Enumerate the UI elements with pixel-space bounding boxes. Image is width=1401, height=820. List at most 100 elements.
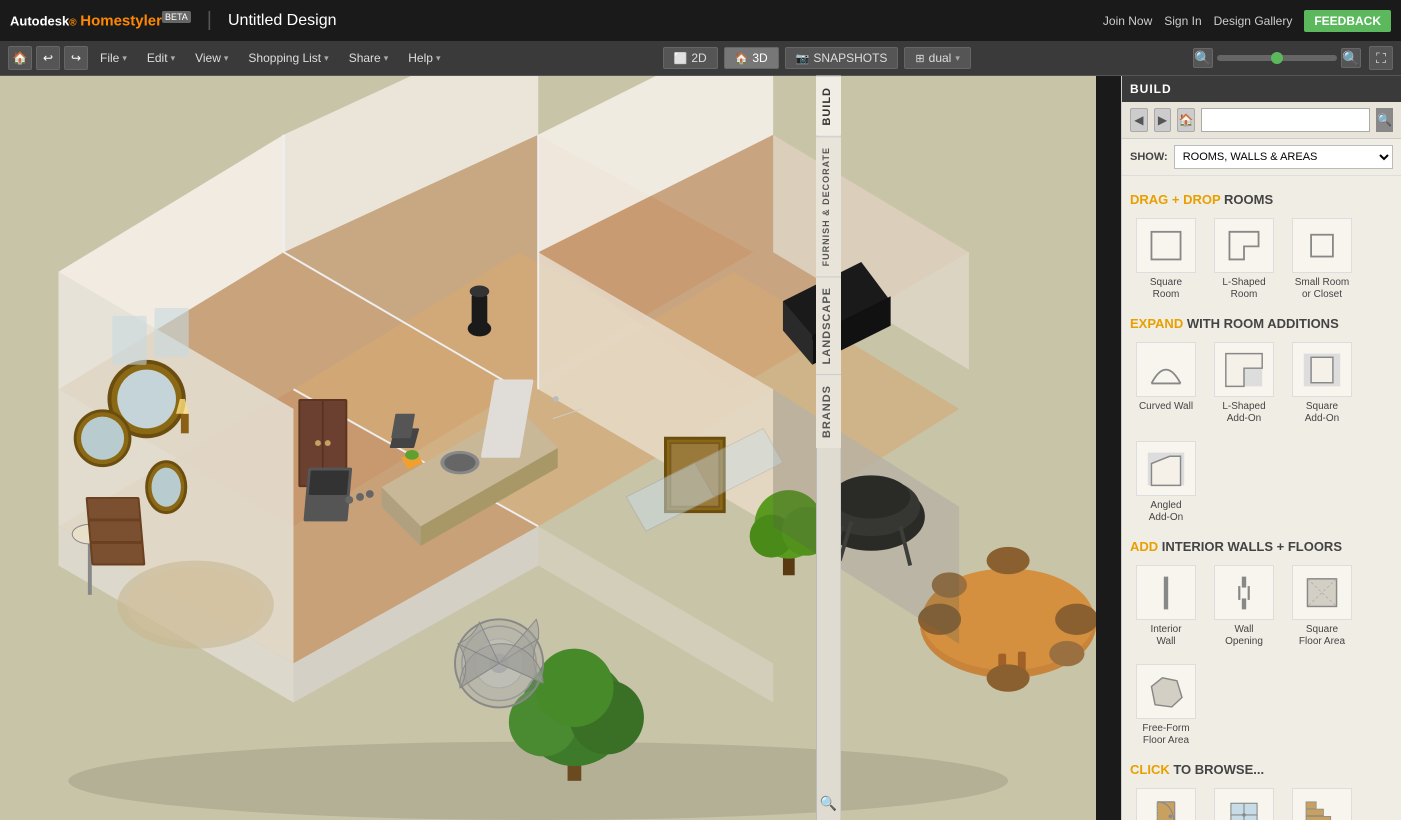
- join-now-link[interactable]: Join Now: [1103, 14, 1152, 28]
- walls-grid: InteriorWall WallOpening: [1130, 560, 1393, 752]
- panel-search-tab[interactable]: 🔍: [812, 787, 845, 820]
- fullscreen-button[interactable]: ⛶: [1369, 46, 1393, 70]
- view-menu-arrow: ▾: [224, 53, 229, 64]
- wall-opening-item[interactable]: WallOpening: [1208, 560, 1280, 653]
- snapshots-button[interactable]: 📷 SNAPSHOTS: [785, 47, 899, 69]
- panel-search-button[interactable]: 🔍: [1376, 108, 1393, 132]
- doors-item[interactable]: Doors: [1130, 783, 1202, 820]
- freeform-floor-label: Free-FormFloor Area: [1142, 723, 1189, 747]
- zoom-control: 🔍 🔍 ⛶: [1193, 46, 1393, 70]
- share-menu-arrow: ▾: [384, 53, 389, 64]
- angled-addon-label: AngledAdd-On: [1149, 500, 1183, 524]
- interior-wall-icon: [1136, 565, 1196, 620]
- panel-navigation: ◀ ▶ 🏠 🔍: [1122, 102, 1401, 139]
- homestyler-text: Homestyler: [80, 12, 162, 29]
- shopping-list-menu[interactable]: Shopping List ▾: [240, 47, 336, 69]
- zoom-slider[interactable]: [1217, 55, 1337, 61]
- autodesk-logo: Autodesk® HomestylerBETA: [10, 12, 191, 29]
- interior-wall-item[interactable]: InteriorWall: [1130, 560, 1202, 653]
- tab-landscape[interactable]: LANDSCAPE: [816, 276, 841, 374]
- l-shaped-addon-icon: [1214, 342, 1274, 397]
- dual-button[interactable]: ⊞ dual ▾: [904, 47, 970, 69]
- freeform-floor-icon: [1136, 664, 1196, 719]
- l-shaped-room-icon: [1214, 218, 1274, 273]
- square-floor-icon: [1292, 565, 1352, 620]
- square-room-item[interactable]: SquareRoom: [1130, 213, 1202, 306]
- canvas-area[interactable]: ↺ ▲ ▼ ↻: [0, 76, 1096, 820]
- feedback-button[interactable]: FEEDBACK: [1304, 10, 1391, 32]
- show-row: SHOW: ROOMS, WALLS & AREAS ALL ROOMS ONL…: [1122, 139, 1401, 176]
- panel-home-button[interactable]: 🏠: [1177, 108, 1195, 132]
- expand-grid: Curved Wall L-ShapedAdd-On: [1130, 337, 1393, 529]
- square-room-icon: [1136, 218, 1196, 273]
- panel-header: BUILD: [1122, 76, 1401, 102]
- square-floor-item[interactable]: SquareFloor Area: [1286, 560, 1358, 653]
- help-menu-arrow: ▾: [436, 53, 441, 64]
- view-2d-button[interactable]: ⬜ 2D: [663, 47, 718, 69]
- drag-drop-header: DRAG + DROP ROOMS: [1130, 192, 1393, 207]
- design-gallery-link[interactable]: Design Gallery: [1214, 14, 1293, 28]
- angled-addon-icon: [1136, 441, 1196, 496]
- side-tabs-panel: BUILD FURNISH & DECORATE LANDSCAPE BRAND…: [816, 76, 841, 820]
- tab-build[interactable]: BUILD: [816, 76, 841, 136]
- browse-grid: Doors Windows: [1130, 783, 1393, 820]
- curved-wall-item[interactable]: Curved Wall: [1130, 337, 1202, 430]
- windows-item[interactable]: Windows: [1208, 783, 1280, 820]
- file-menu-arrow: ▾: [122, 53, 127, 64]
- view-menu[interactable]: View ▾: [187, 47, 236, 69]
- topbar-right: Join Now Sign In Design Gallery FEEDBACK: [1103, 10, 1391, 32]
- curved-wall-icon: [1136, 342, 1196, 397]
- expand-header: EXPAND WITH ROOM ADDITIONS: [1130, 316, 1393, 331]
- panel-search-input[interactable]: [1201, 108, 1370, 132]
- brand-name: Autodesk: [10, 13, 69, 28]
- topbar: Autodesk® HomestylerBETA | Untitled Desi…: [0, 0, 1401, 41]
- tab-furnish[interactable]: FURNISH & DECORATE: [816, 136, 841, 276]
- interior-wall-label: InteriorWall: [1150, 624, 1181, 648]
- topbar-left: Autodesk® HomestylerBETA | Untitled Desi…: [10, 9, 336, 32]
- share-menu[interactable]: Share ▾: [341, 47, 397, 69]
- panel-content: DRAG + DROP ROOMS SquareRoom: [1122, 176, 1401, 820]
- show-select[interactable]: ROOMS, WALLS & AREAS ALL ROOMS ONLY: [1174, 145, 1393, 169]
- stairs-item[interactable]: Stairs: [1286, 783, 1358, 820]
- home-button[interactable]: 🏠: [8, 46, 32, 70]
- l-shaped-room-item[interactable]: L-ShapedRoom: [1208, 213, 1280, 306]
- l-shaped-addon-item[interactable]: L-ShapedAdd-On: [1208, 337, 1280, 430]
- help-menu[interactable]: Help ▾: [400, 47, 448, 69]
- main-content: ↺ ▲ ▼ ↻: [0, 76, 1401, 820]
- zoom-in-button[interactable]: 🔍: [1341, 48, 1361, 68]
- square-floor-label: SquareFloor Area: [1299, 624, 1345, 648]
- design-title: Untitled Design: [228, 12, 337, 30]
- tab-brands[interactable]: BRANDS: [816, 374, 841, 448]
- stairs-icon: [1292, 788, 1352, 820]
- windows-icon: [1214, 788, 1274, 820]
- show-label: SHOW:: [1130, 151, 1168, 163]
- l-shaped-addon-label: L-ShapedAdd-On: [1222, 401, 1265, 425]
- menubar: 🏠 ↩ ↪ File ▾ Edit ▾ View ▾ Shopping List…: [0, 41, 1401, 76]
- doors-icon: [1136, 788, 1196, 820]
- square-room-label: SquareRoom: [1150, 277, 1182, 301]
- freeform-floor-item[interactable]: Free-FormFloor Area: [1130, 659, 1202, 752]
- title-divider: |: [207, 9, 212, 32]
- undo-button[interactable]: ↩: [36, 46, 60, 70]
- add-walls-header: ADD INTERIOR WALLS + FLOORS: [1130, 539, 1393, 554]
- edit-menu[interactable]: Edit ▾: [139, 47, 183, 69]
- zoom-out-button[interactable]: 🔍: [1193, 48, 1213, 68]
- panel-back-button[interactable]: ◀: [1130, 108, 1148, 132]
- click-browse-header: CLICK TO BROWSE...: [1130, 762, 1393, 777]
- right-panel: BUILD ◀ ▶ 🏠 🔍 SHOW: ROOMS, WALLS & AREAS…: [1121, 76, 1401, 820]
- small-room-icon: [1292, 218, 1352, 273]
- small-room-item[interactable]: Small Roomor Closet: [1286, 213, 1358, 306]
- panel-forward-button[interactable]: ▶: [1154, 108, 1172, 132]
- curved-wall-label: Curved Wall: [1139, 401, 1193, 413]
- wall-opening-label: WallOpening: [1225, 624, 1263, 648]
- wall-opening-icon: [1214, 565, 1274, 620]
- file-menu[interactable]: File ▾: [92, 47, 135, 69]
- drag-drop-grid: SquareRoom L-ShapedRoom: [1130, 213, 1393, 306]
- l-shaped-room-label: L-ShapedRoom: [1222, 277, 1265, 301]
- redo-button[interactable]: ↪: [64, 46, 88, 70]
- angled-addon-item[interactable]: AngledAdd-On: [1130, 436, 1202, 529]
- small-room-label: Small Roomor Closet: [1295, 277, 1349, 301]
- sign-in-link[interactable]: Sign In: [1164, 14, 1201, 28]
- square-addon-item[interactable]: SquareAdd-On: [1286, 337, 1358, 430]
- view-3d-button[interactable]: 🏠 3D: [724, 47, 779, 69]
